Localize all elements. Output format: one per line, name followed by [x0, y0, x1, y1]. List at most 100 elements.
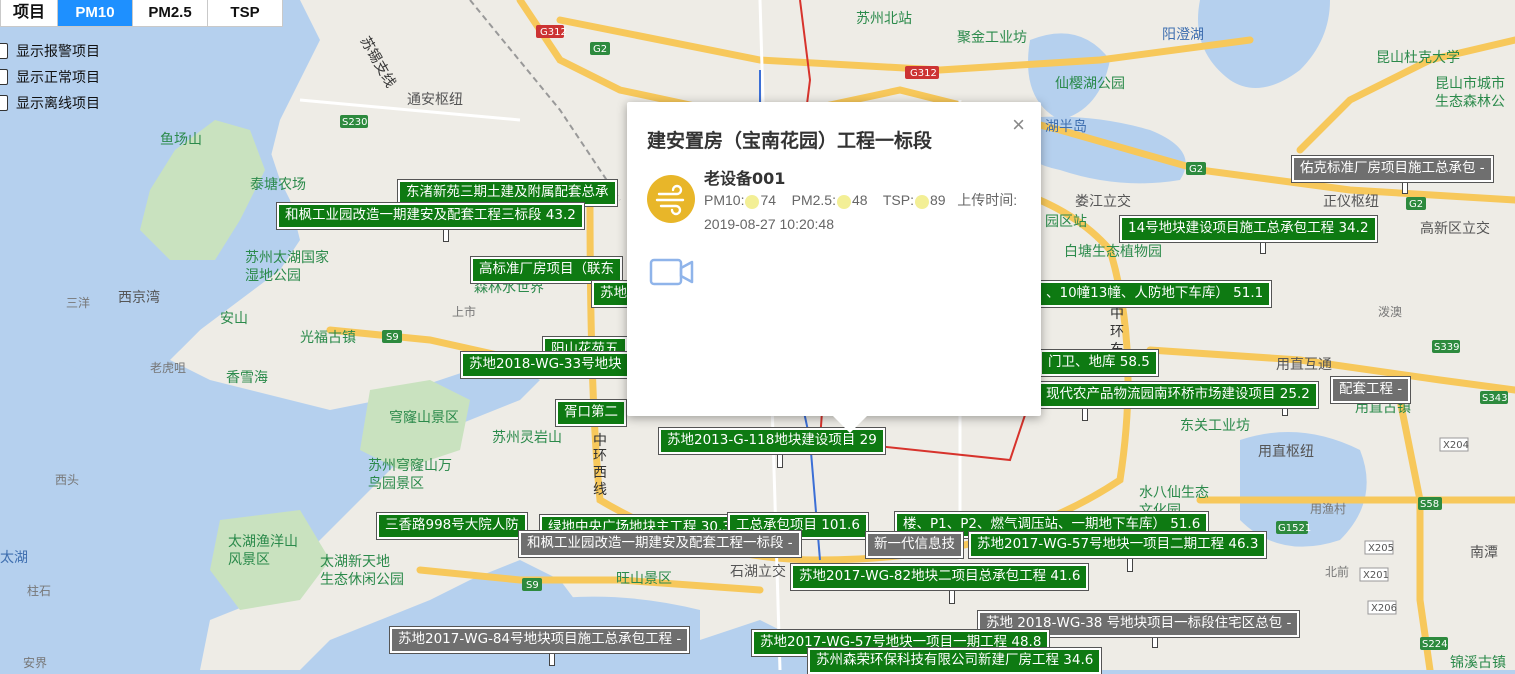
project-marker[interactable]: 苏州森荣环保科技有限公司新建厂房工程 34.6 [808, 648, 1102, 674]
project-marker[interactable]: 配套工程 - [1331, 377, 1411, 403]
filter-normal-label: 显示正常项目 [16, 70, 100, 86]
svg-text:X204: X204 [1443, 440, 1469, 451]
label-wetland: 苏州太湖国家 [245, 249, 329, 266]
label-taihu: 太湖 [0, 550, 28, 566]
pm10-value: 74 [760, 192, 777, 208]
pm25-level-dot [836, 195, 851, 209]
svg-text:G2: G2 [593, 44, 607, 55]
label-yuyangshan: 太湖渔洋山 [228, 534, 298, 550]
tab-tsp[interactable]: TSP [208, 0, 282, 26]
project-label: 项目 [1, 0, 58, 26]
project-marker[interactable]: 14号地块建设项目施工总承包工程 34.2 [1120, 216, 1377, 242]
filter-normal[interactable]: 显示正常项目 [0, 64, 100, 90]
label-laohuzui: 老虎咀 [150, 361, 186, 375]
marker-pin [949, 588, 955, 604]
svg-text:G312: G312 [910, 68, 937, 79]
project-filters: 显示报警项目 显示正常项目 显示离线项目 [0, 38, 100, 116]
label-yuchangshan: 鱼场山 [160, 131, 202, 148]
label-jinxi: 锦溪古镇 [1450, 654, 1506, 670]
label-qionglong-bird-2: 鸟园景区 [368, 476, 424, 492]
label-yongzhi-hub: 用直枢纽 [1258, 443, 1314, 460]
label-anjie: 安界 [23, 655, 47, 670]
pm10-level-dot [745, 195, 760, 209]
device-readings: PM10: 74 PM2.5: 48 TSP: 89 上传时间: [704, 190, 1017, 210]
label-kunshan-park: 昆山市城市 [1435, 75, 1505, 92]
svg-text:S224: S224 [1422, 639, 1447, 650]
filter-alarm[interactable]: 显示报警项目 [0, 38, 100, 64]
label-zhonghuan-east: 中 [1110, 306, 1124, 322]
project-info-popup: 建安置房（宝南花园）工程一标段 × 老设备001 PM10: 74 PM2.5: 4… [627, 102, 1041, 433]
svg-text:S230: S230 [342, 117, 367, 128]
tsp-value: 89 [929, 192, 946, 208]
label-baitang: 白塘生态植物园 [1064, 244, 1162, 260]
project-marker[interactable]: 现代农产品物流园南环桥市场建设项目 25.2 [1038, 382, 1318, 408]
label-anshan: 安山 [220, 311, 248, 327]
filter-offline-label: 显示离线项目 [16, 96, 100, 112]
label-nantan: 南潭 [1470, 544, 1498, 561]
close-icon[interactable]: × [1012, 112, 1025, 138]
label-dongguan: 东关工业坊 [1180, 418, 1250, 434]
project-marker[interactable]: 门卫、地库 58.5 [1040, 350, 1158, 376]
svg-text:X201: X201 [1363, 570, 1389, 581]
alarm-checkbox[interactable] [0, 43, 8, 59]
filter-alarm-label: 显示报警项目 [16, 44, 100, 60]
project-marker[interactable]: 苏地2017-WG-84号地块项目施工总承包工程 - [390, 627, 690, 653]
filter-offline[interactable]: 显示离线项目 [0, 90, 100, 116]
project-marker[interactable]: 、10幢13幢、人防地下车库） 51.1 [1038, 281, 1272, 307]
label-xintiandi: 太湖新天地 [320, 554, 390, 570]
label-yangchenghu: 阳澄湖 [1162, 27, 1204, 43]
project-marker[interactable]: 佑克标准厂房项目施工总承包 - [1292, 156, 1493, 182]
svg-text:S9: S9 [386, 332, 399, 343]
offline-checkbox[interactable] [0, 95, 8, 111]
label-xijingwan: 西京湾 [118, 289, 160, 306]
tsp-label: TSP: [882, 192, 914, 208]
label-zhushi: 柱石 [27, 583, 51, 598]
video-camera-icon[interactable] [649, 254, 695, 290]
project-marker[interactable]: 高标准厂房项目（联东 [471, 257, 622, 283]
label-qionglong-bird: 苏州穹窿山万 [368, 458, 452, 474]
project-marker[interactable]: 和枫工业园改造一期建安及配套工程三标段 43.2 [277, 203, 584, 229]
tsp-level-dot [914, 195, 929, 209]
label-zhonghuan-west: 中 [593, 433, 607, 449]
pm10-label: PM10: [704, 192, 745, 208]
project-marker[interactable]: 苏地2017-WG-57号地块一项目二期工程 46.3 [969, 532, 1267, 558]
marker-pin [1127, 556, 1133, 572]
metric-tab-bar: 项目 PM10 PM2.5 TSP [0, 0, 283, 27]
label-yongzhi-hutong: 用直互通 [1276, 356, 1332, 373]
label-gaoxinqu: 高新区立交 [1420, 220, 1490, 237]
upload-time: 2019-08-27 10:20:48 [704, 216, 834, 232]
svg-text:X206: X206 [1371, 603, 1397, 614]
tab-pm10[interactable]: PM10 [58, 0, 133, 26]
label-hubandao: 湖半岛 [1045, 119, 1087, 135]
project-marker[interactable]: 三香路998号大院人防 [377, 513, 527, 539]
label-kunshan-park-2: 生态森林公 [1435, 94, 1505, 110]
label-beiqian: 北前 [1325, 564, 1349, 579]
svg-text:S9: S9 [526, 580, 539, 591]
label-yuyangshan-2: 风景区 [228, 552, 270, 568]
marker-pin [777, 452, 783, 468]
label-xiangxuehai: 香雪海 [226, 370, 268, 386]
label-shihu: 石湖立交 [730, 563, 786, 580]
label-taitang: 泰塘农场 [250, 177, 306, 193]
normal-checkbox[interactable] [0, 69, 8, 85]
label-tongan: 通安枢纽 [407, 92, 463, 108]
svg-text:S343: S343 [1482, 393, 1507, 404]
label-guangfu: 光福古镇 [300, 330, 356, 346]
project-marker[interactable]: 苏地2017-WG-82地块二项目总承包工程 41.6 [791, 564, 1089, 590]
label-xintiandi-2: 生态休闲公园 [320, 572, 404, 588]
label-xitou: 西头 [55, 473, 79, 487]
project-marker[interactable]: 新一代信息技 [866, 532, 963, 558]
project-marker[interactable]: 和枫工业园改造一期建安及配套工程一标段 - [519, 531, 801, 557]
label-yongyu: 用渔村 [1310, 502, 1346, 516]
label-suzhou-north: 苏州北站 [856, 11, 912, 27]
project-marker[interactable]: 苏地2018-WG-33号地块 [461, 352, 630, 378]
device-name: 老设备001 [704, 169, 786, 188]
label-pooa: 泼澳 [1378, 305, 1402, 319]
project-marker[interactable]: 胥口第二 [556, 400, 626, 426]
label-loujiang: 娄江立交 [1075, 193, 1131, 210]
wind-icon [647, 175, 695, 223]
svg-text:G2: G2 [1409, 199, 1423, 210]
label-qionglong: 穹窿山景区 [389, 410, 459, 426]
tab-pm25[interactable]: PM2.5 [133, 0, 208, 26]
svg-text:X205: X205 [1368, 543, 1394, 554]
